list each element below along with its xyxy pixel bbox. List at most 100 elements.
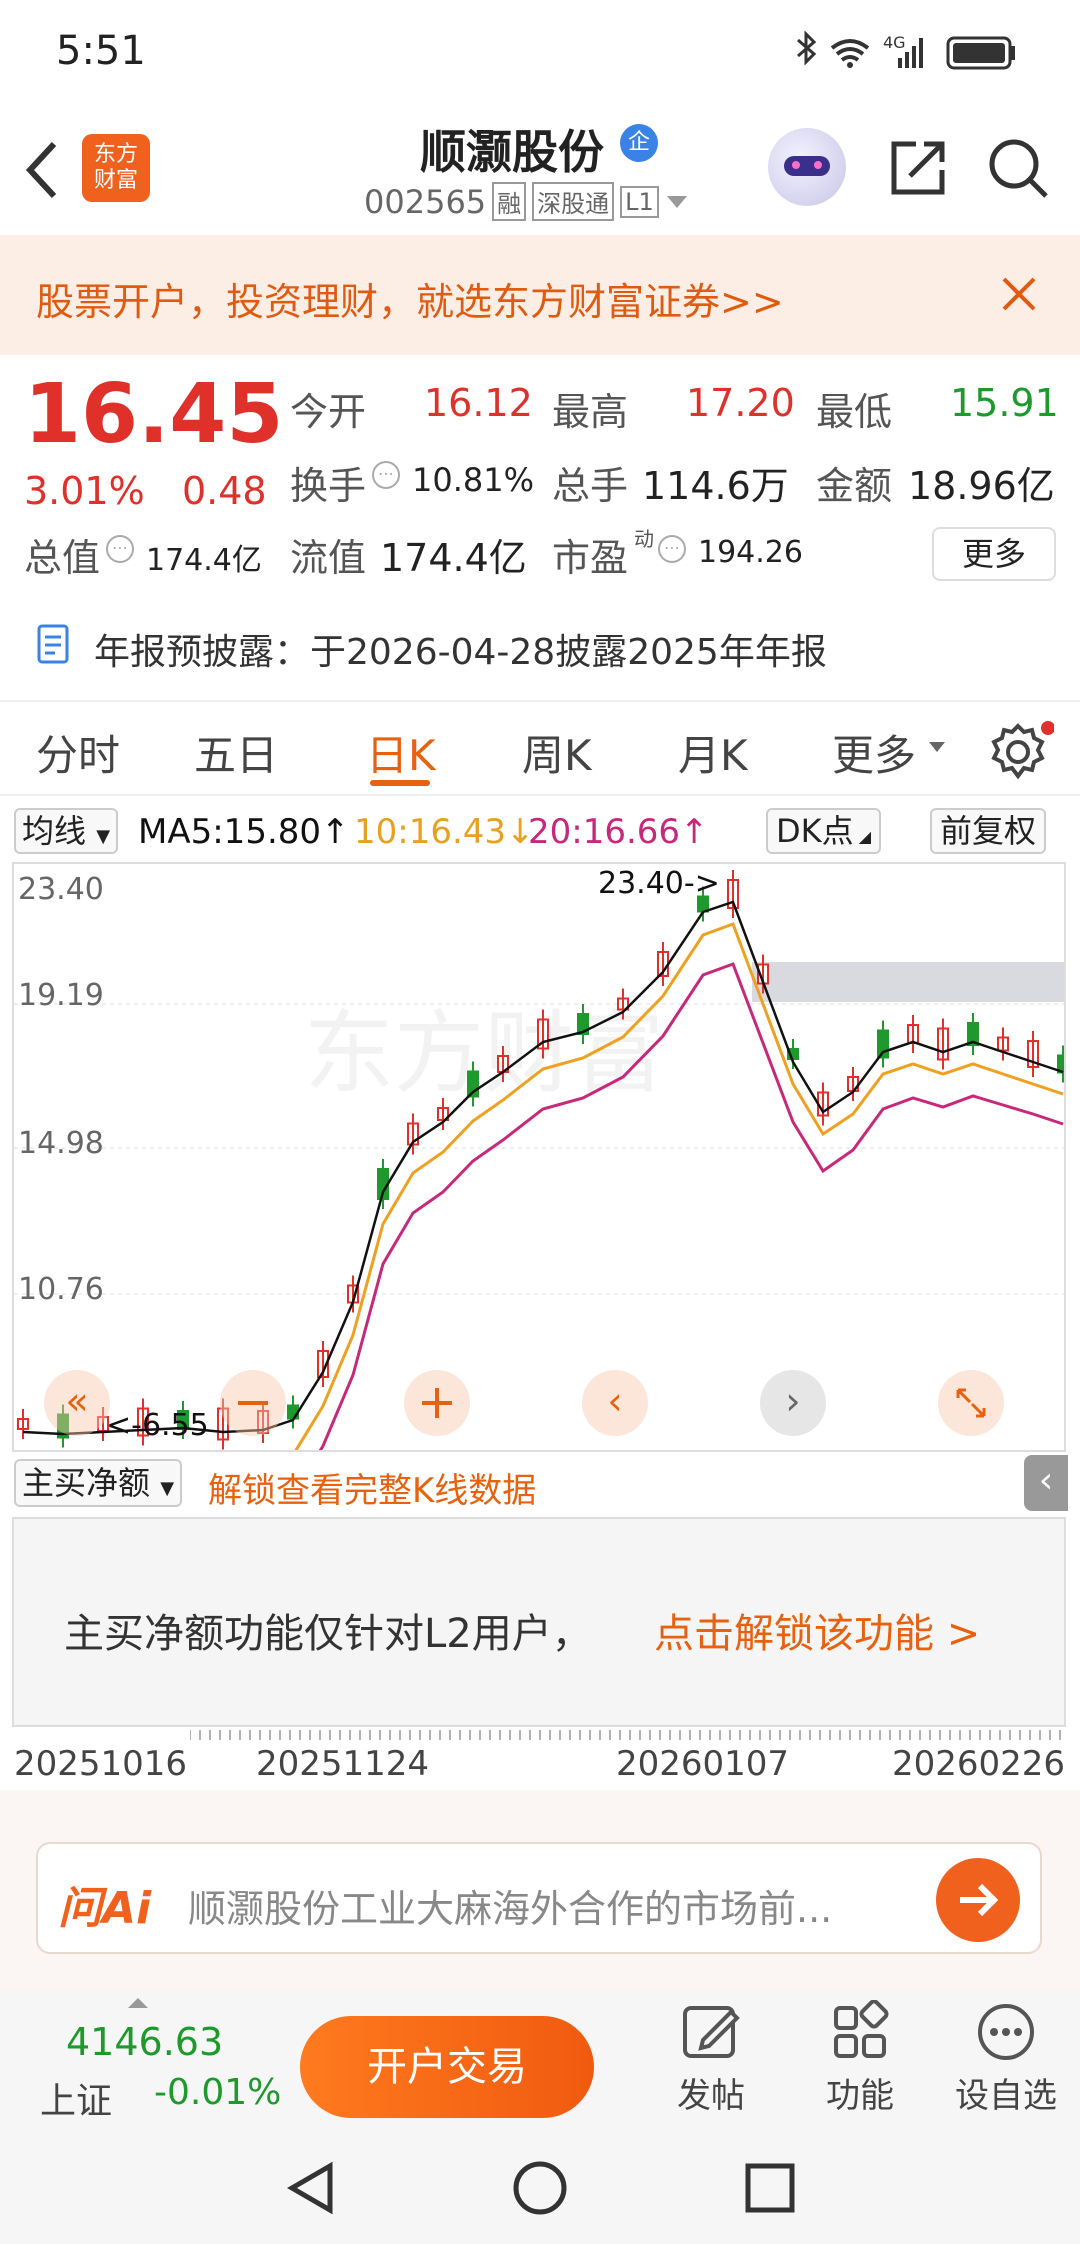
date-label: 20260226 <box>892 1744 1066 1784</box>
banner-text[interactable]: 股票开户，投资理财，就选东方财富证券>> <box>36 271 784 326</box>
back-icon[interactable] <box>22 140 62 200</box>
adjust-button[interactable]: 前复权 <box>930 808 1047 854</box>
ai-input[interactable]: 顺灏股份工业大麻海外合作的市场前... <box>188 1878 948 1933</box>
tab-monthly-k[interactable]: 月K <box>678 722 748 783</box>
date-axis: 20251016 20251124 20260107 20260226 <box>0 1730 1080 1790</box>
ma-legend-row: 均线 ▼ MA5:15.80↑ 10:16.43↓ 20:16.66↑ DK点 … <box>0 800 1080 860</box>
battery-icon <box>946 36 1015 70</box>
collapse-icon[interactable]: ‹ <box>1024 1455 1068 1511</box>
search-icon[interactable] <box>986 136 1050 200</box>
settings-icon[interactable] <box>988 720 1054 782</box>
sub-selector-label: 主买净额 <box>22 1464 151 1502</box>
system-nav-bar <box>0 2130 1080 2244</box>
fullscreen-icon[interactable] <box>938 1370 1004 1436</box>
share-icon[interactable] <box>886 136 950 200</box>
nav-recents-icon[interactable] <box>744 2162 796 2214</box>
tab-daily-k[interactable]: 日K <box>366 722 436 783</box>
svg-text:4G: 4G <box>883 33 906 52</box>
more-button[interactable]: 更多 <box>932 527 1056 581</box>
float-label: 流值 <box>290 536 367 580</box>
y-tick: 14.98 <box>18 1126 104 1161</box>
index-value[interactable]: 4146.63 <box>66 2020 223 2064</box>
ma10-value: 10:16.43↓ <box>354 812 535 852</box>
l2-unlock-link[interactable]: 点击解锁该功能 > <box>654 1601 980 1659</box>
kline-svg[interactable]: 东方财富 <box>14 864 1064 1450</box>
float-value: 174.4亿 <box>380 536 527 580</box>
nav-back-icon[interactable] <box>286 2160 336 2216</box>
close-icon[interactable] <box>1000 275 1038 313</box>
report-icon <box>37 624 69 664</box>
enterprise-badge: 企 <box>620 124 658 162</box>
function-label: 功能 <box>826 2076 894 2116</box>
tab-weekly-k[interactable]: 周K <box>522 722 592 783</box>
dk-point-button[interactable]: DK点 ◢ <box>766 808 882 854</box>
unlock-link[interactable]: 解锁查看完整K线数据 <box>208 1463 536 1512</box>
nav-home-icon[interactable] <box>510 2158 570 2218</box>
info-icon[interactable]: ⋯ <box>372 461 400 489</box>
zoom-in-icon[interactable] <box>404 1370 470 1436</box>
favorite-label: 设自选 <box>955 2076 1057 2116</box>
status-icons: 4G <box>797 30 1015 70</box>
date-label: 20260107 <box>616 1744 790 1784</box>
logo-text-bottom: 财富 <box>93 168 138 193</box>
tab-more[interactable]: 更多 <box>832 722 916 783</box>
tab-five-day[interactable]: 五日 <box>194 722 278 783</box>
more-dots-icon <box>978 2004 1034 2060</box>
report-notice[interactable]: 年报预披露：于2026-04-28披露2025年年报 <box>94 623 827 675</box>
scroll-left-icon[interactable]: ‹ <box>582 1370 648 1436</box>
ai-submit-icon[interactable] <box>936 1858 1020 1942</box>
y-tick: 10.76 <box>18 1272 104 1307</box>
change-pct: 3.01% <box>24 469 145 513</box>
tab-intraday[interactable]: 分时 <box>36 722 120 783</box>
watermark: 东方财富 <box>304 1001 664 1106</box>
wifi-icon <box>830 39 870 68</box>
bluetooth-icon <box>797 30 817 66</box>
turnover-label: 换手 <box>290 464 367 508</box>
promo-banner[interactable]: 股票开户，投资理财，就选东方财富证券>> <box>0 235 1080 355</box>
sub-indicator-selector[interactable]: 主买净额 ▼ <box>14 1459 183 1507</box>
scroll-right-icon[interactable]: › <box>760 1370 826 1436</box>
low-value: 15.91 <box>950 381 1059 425</box>
stock-name: 顺灏股份 <box>420 125 604 179</box>
logo-text-top: 东方 <box>93 142 138 167</box>
stock-code: 002565 <box>364 182 487 221</box>
volume-value: 114.6万 <box>642 464 789 508</box>
ma5-value: MA5:15.80↑ <box>138 812 350 852</box>
ai-logo: 问Ai <box>58 1883 152 1934</box>
margin-tag: 融 <box>492 182 527 221</box>
date-ticks <box>190 1730 1061 1740</box>
ai-search-bar[interactable]: 问Ai 顺灏股份工业大麻海外合作的市场前... <box>36 1842 1042 1954</box>
edit-icon <box>683 2006 740 2058</box>
post-label: 发帖 <box>677 2076 745 2116</box>
jump-start-icon[interactable]: « <box>44 1370 110 1436</box>
info-icon[interactable]: ⋯ <box>106 535 134 563</box>
ma-selector-label: 均线 <box>22 812 87 850</box>
volume-label: 总手 <box>552 464 629 508</box>
ma-selector[interactable]: 均线 ▼ <box>14 808 119 854</box>
info-icon[interactable]: ⋯ <box>658 535 686 563</box>
function-button[interactable]: 功能 <box>810 1999 910 2117</box>
amount-label: 金额 <box>816 464 893 508</box>
amount-value: 18.96亿 <box>908 464 1055 508</box>
turnover-value: 10.81% <box>412 461 535 499</box>
index-name[interactable]: 上证 <box>40 2072 112 2124</box>
robot-avatar[interactable] <box>768 128 846 206</box>
y-tick: 23.40 <box>18 872 104 907</box>
dropdown-icon[interactable] <box>665 192 689 212</box>
y-tick: 19.19 <box>18 978 104 1013</box>
l2-notice: 主买净额功能仅针对L2用户， <box>64 1611 592 1657</box>
index-change[interactable]: -0.01% <box>154 2072 281 2113</box>
max-annotation: 23.40-> <box>598 866 720 901</box>
caret-up-icon <box>128 1998 148 2008</box>
status-bar: 5:51 4G <box>0 0 1080 100</box>
chevron-down-icon <box>929 742 945 752</box>
zoom-out-icon[interactable] <box>220 1370 286 1436</box>
add-favorite-button[interactable]: 设自选 <box>950 2000 1062 2117</box>
dk-zone <box>752 962 1064 1002</box>
date-label: 20251016 <box>14 1744 188 1784</box>
post-button[interactable]: 发帖 <box>666 2000 756 2117</box>
trade-button[interactable]: 开户交易 <box>300 2016 594 2118</box>
kline-chart[interactable]: 东方财富 23.40 19.19 14.98 10.76 23.40-> <-6… <box>12 862 1066 1452</box>
mktcap-label: 总值 <box>24 536 101 580</box>
l2-locked-box[interactable]: 主买净额功能仅针对L2用户， 点击解锁该功能 > <box>12 1517 1066 1727</box>
